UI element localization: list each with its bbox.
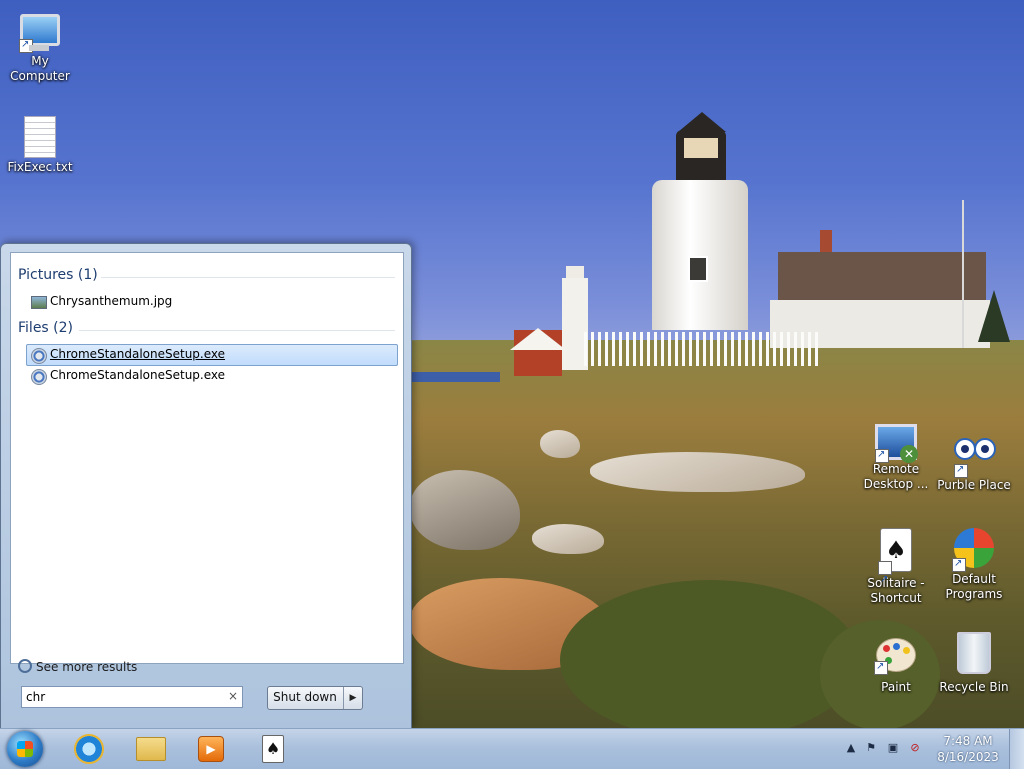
paint-icon (874, 638, 916, 675)
shutdown-button[interactable]: Shut down ▶ (267, 686, 363, 710)
divider (79, 330, 395, 331)
solitaire-icon: ♠ (262, 735, 284, 763)
default-programs-icon (952, 528, 994, 572)
desktop-icon-label: FixExec.txt (7, 160, 73, 174)
solitaire-icon: ♠ (878, 528, 912, 601)
computer-icon (19, 14, 60, 53)
result-item-chrome-setup-1[interactable]: ChromeStandaloneSetup.exe (26, 344, 398, 366)
desktop-icon-label: My Computer (10, 54, 70, 83)
action-center-flag-icon[interactable]: ⚑ (864, 741, 878, 755)
results-group-pictures-header[interactable]: Pictures (1) (18, 267, 98, 283)
desktop-icon-paint[interactable]: Paint (856, 638, 936, 695)
wallpaper-house-roof (778, 252, 986, 304)
windows-explorer-icon (136, 737, 166, 761)
shutdown-label: Shut down (273, 690, 337, 704)
result-item-chrysanthemum[interactable]: Chrysanthemum.jpg (26, 291, 398, 313)
start-search-input[interactable] (26, 688, 216, 705)
wallpaper-lighthouse (652, 180, 748, 330)
divider (101, 277, 395, 278)
see-more-label: See more results (36, 660, 138, 674)
shutdown-options-arrow-icon[interactable]: ▶ (343, 687, 362, 709)
start-button[interactable] (7, 731, 43, 767)
clock-time: 7:48 AM (943, 734, 993, 748)
show-desktop-button[interactable] (1009, 729, 1024, 769)
show-hidden-icons-icon[interactable]: ▲ (844, 741, 858, 755)
result-item-label: ChromeStandaloneSetup.exe (50, 347, 226, 361)
see-more-results-link[interactable]: See more results (18, 659, 137, 674)
desktop-icon-fixexec[interactable]: FixExec.txt (0, 116, 80, 175)
media-player-icon: ▶ (198, 736, 224, 762)
wallpaper-fence (584, 332, 818, 366)
wallpaper-tree (978, 290, 1010, 342)
volume-muted-icon[interactable]: ⊘ (908, 741, 922, 755)
desktop-icon-solitaire[interactable]: ♠ Solitaire - Shortcut (856, 528, 936, 606)
results-group-files-header[interactable]: Files (2) (18, 320, 73, 336)
taskbar-solitaire[interactable]: ♠ (250, 732, 296, 766)
wallpaper-rock (590, 452, 805, 492)
desktop-icon-purble-place[interactable]: Purble Place (934, 432, 1014, 493)
wallpaper-rock (532, 524, 604, 554)
desktop-icon-label: Default Programs (945, 572, 1003, 601)
desktop-icon-label: Purble Place (937, 478, 1011, 492)
network-icon[interactable]: ▣ (886, 741, 900, 755)
result-item-label: ChromeStandaloneSetup.exe (50, 368, 226, 382)
clear-search-icon[interactable]: × (228, 689, 238, 703)
desktop-icon-label: Recycle Bin (939, 680, 1009, 694)
setup-exe-icon (31, 369, 47, 385)
result-item-chrome-setup-2[interactable]: ChromeStandaloneSetup.exe (26, 365, 398, 387)
wallpaper-bush (560, 580, 860, 728)
setup-exe-icon (31, 348, 47, 364)
picture-file-icon (31, 296, 47, 309)
desktop-icon-label: Remote Desktop ... (863, 462, 929, 491)
taskbar-windows-explorer[interactable] (128, 732, 174, 766)
wallpaper-lighthouse-roof (678, 112, 726, 132)
desktop-icon-my-computer[interactable]: My Computer (0, 10, 80, 84)
wallpaper-shed-roof (510, 328, 566, 350)
desktop-icon-label: Solitaire - Shortcut (867, 576, 925, 605)
desktop-icon-label: Paint (881, 680, 911, 694)
purble-place-icon (952, 432, 996, 478)
remote-badge-icon: ✕ (900, 445, 918, 463)
taskbar: ▶ ♠ ▲ ⚑ ▣ ⊘ 7:48 AM 8/16/2023 (0, 728, 1024, 769)
search-icon (18, 659, 32, 673)
clock[interactable]: 7:48 AM 8/16/2023 (936, 733, 1000, 765)
system-tray: ▲ ⚑ ▣ ⊘ 7:48 AM 8/16/2023 (834, 729, 1024, 769)
start-menu: Pictures (1) Chrysanthemum.jpg Files (2)… (0, 243, 412, 730)
wallpaper-lighthouse-window (688, 256, 708, 282)
search-results-pane: Pictures (1) Chrysanthemum.jpg Files (2)… (10, 252, 404, 674)
remote-desktop-icon: ✕ (875, 424, 918, 463)
result-item-label: Chrysanthemum.jpg (50, 294, 173, 308)
desktop-icon-remote-desktop[interactable]: ✕ Remote Desktop ... (856, 424, 936, 492)
wallpaper-rock (540, 430, 580, 458)
taskbar-media-player[interactable]: ▶ (188, 732, 234, 766)
wallpaper-lighthouse-glass (684, 138, 718, 158)
taskbar-internet-explorer[interactable] (66, 732, 112, 766)
start-search-box[interactable]: × (21, 686, 243, 708)
wallpaper-flagpole (962, 200, 964, 348)
text-file-icon (24, 116, 56, 158)
recycle-bin-icon (957, 632, 991, 674)
internet-explorer-icon (74, 734, 104, 764)
desktop-icon-recycle-bin[interactable]: Recycle Bin (934, 632, 1014, 695)
desktop-icon-default-programs[interactable]: Default Programs (934, 528, 1014, 602)
clock-date: 8/16/2023 (937, 750, 999, 764)
